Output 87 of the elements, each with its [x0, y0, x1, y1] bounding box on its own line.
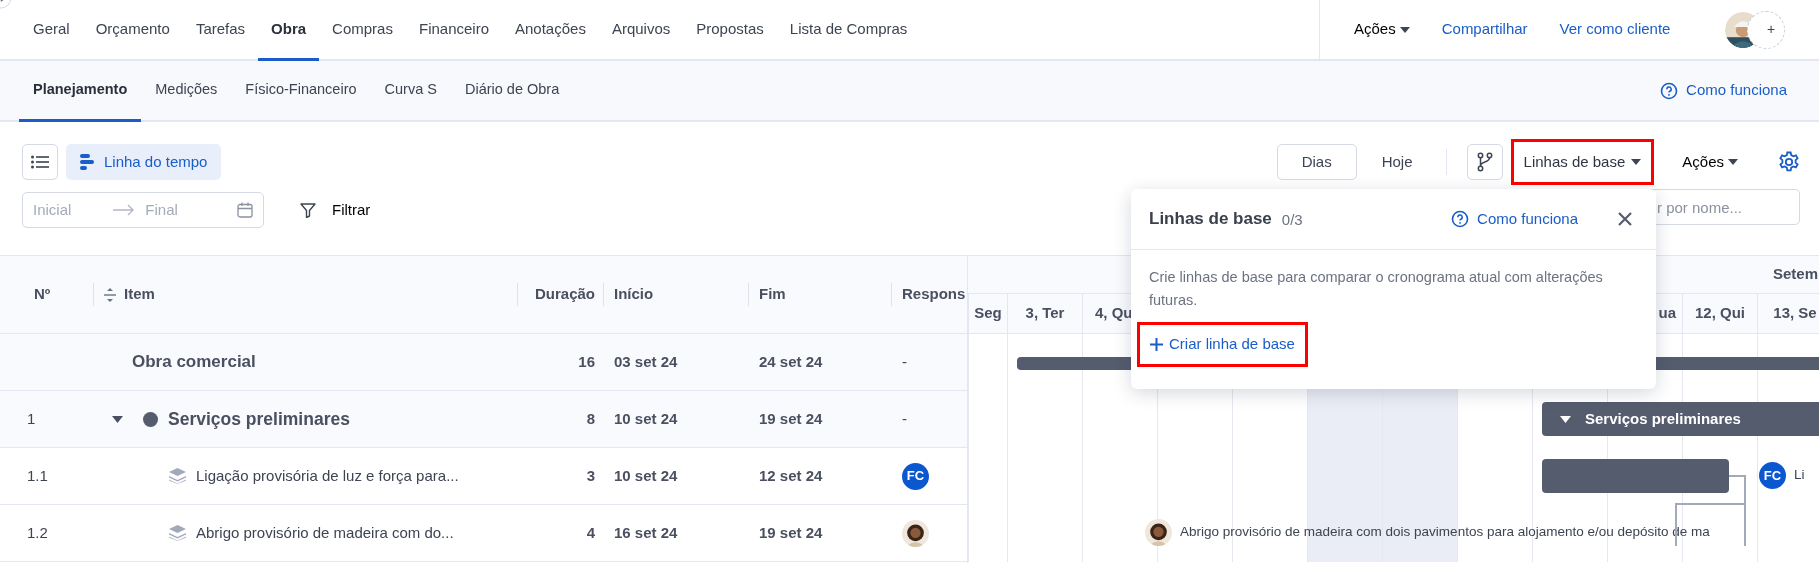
- column-header: Fim: [759, 285, 786, 303]
- arrow-icon: [113, 204, 136, 216]
- add-member-button[interactable]: +: [1747, 10, 1785, 49]
- cell-text: -: [902, 352, 907, 370]
- sub-tab[interactable]: Físico-Financeiro: [231, 61, 371, 122]
- cell-text: -: [902, 409, 907, 427]
- date-cell: 24 set 24: [759, 352, 823, 370]
- column-header: Respons: [902, 285, 966, 303]
- timeline-view-button[interactable]: Linha do tempo: [66, 144, 222, 180]
- day-label: Seg: [974, 303, 1002, 324]
- settings-icon[interactable]: [1778, 151, 1800, 173]
- timeline-icon: [80, 154, 94, 170]
- duration-cell: 3: [586, 466, 595, 484]
- baseline-count: 0/3: [1281, 210, 1303, 231]
- help-icon: [1660, 81, 1679, 100]
- nav-tab[interactable]: Orçamento: [82, 0, 183, 61]
- avatar: FC: [902, 462, 929, 490]
- date-cell: 10 set 24: [614, 409, 678, 427]
- row-number: 1.2: [27, 523, 48, 541]
- nav-tab[interactable]: Compras: [319, 0, 406, 61]
- duration-cell: 4: [586, 523, 595, 541]
- scale-button[interactable]: Dias: [1276, 144, 1357, 180]
- baselines-dropdown[interactable]: Linhas de base: [1510, 139, 1655, 185]
- actions-dropdown[interactable]: Ações: [1342, 14, 1422, 45]
- caret-icon: [1631, 159, 1642, 165]
- sub-tab[interactable]: Curva S: [370, 61, 451, 122]
- date-cell: 03 set 24: [614, 352, 678, 370]
- column-header: Nº: [33, 284, 52, 305]
- date-cell: 10 set 24: [614, 466, 678, 484]
- sub-tab[interactable]: Medições: [141, 61, 232, 122]
- sub-tab[interactable]: Diário de Obra: [450, 61, 574, 122]
- nav-tab[interactable]: Financeiro: [405, 0, 502, 61]
- caret-icon: [1728, 159, 1738, 165]
- close-icon: [1618, 212, 1632, 226]
- month-label: Setem: [1773, 264, 1819, 285]
- actions-dropdown[interactable]: Ações: [1670, 146, 1750, 178]
- nav-tab[interactable]: Geral: [20, 0, 83, 61]
- day-label: 13, Se: [1773, 303, 1817, 324]
- column-header: Item: [124, 284, 155, 305]
- client-view-link[interactable]: Ver como cliente: [1547, 14, 1683, 45]
- column-header: Duração: [534, 285, 595, 303]
- share-link[interactable]: Compartilhar: [1429, 14, 1540, 45]
- nav-tab[interactable]: Propostas: [683, 0, 777, 61]
- day-label: 4, Qu: [1095, 303, 1133, 324]
- day-label: 3, Ter: [1025, 303, 1065, 324]
- group-dot-icon: [143, 411, 158, 427]
- duration-cell: 8: [586, 409, 595, 427]
- column-header: Início: [614, 285, 654, 303]
- help-icon: [1451, 210, 1470, 228]
- nav-tab[interactable]: Arquivos: [598, 0, 684, 61]
- caret-icon: [1399, 26, 1410, 33]
- layers-icon: [169, 525, 186, 541]
- nav-tab[interactable]: Lista de Compras: [776, 0, 921, 61]
- avatar: FC: [1759, 462, 1786, 489]
- bar-label: Li: [1794, 466, 1805, 485]
- calendar-icon[interactable]: [237, 202, 253, 218]
- date-cell: 19 set 24: [759, 409, 823, 427]
- layers-icon: [169, 468, 186, 484]
- help-link[interactable]: Como funciona: [1439, 203, 1590, 235]
- branch-button[interactable]: [1466, 144, 1503, 180]
- date-cell: 16 set 24: [614, 523, 678, 541]
- duration-cell: 16: [578, 352, 595, 370]
- row-number: 1: [27, 409, 36, 427]
- sub-tab[interactable]: Planejamento: [19, 61, 142, 122]
- filter-icon: [300, 202, 316, 218]
- row-number: 1.1: [27, 466, 48, 484]
- date-cell: 19 set 24: [759, 523, 823, 541]
- popover-description: Crie linhas de base para comparar o cronograma atual com alterações futuras.: [1149, 268, 1604, 311]
- group-bar[interactable]: Serviços preliminares: [1542, 402, 1819, 436]
- day-label: ua: [1658, 303, 1676, 324]
- create-baseline-button[interactable]: Criar linha de base: [1137, 322, 1308, 367]
- collapse-icon[interactable]: [104, 287, 116, 302]
- help-link[interactable]: Como funciona: [1648, 75, 1799, 106]
- nav-tab[interactable]: Anotações: [502, 0, 599, 61]
- list-icon: [31, 155, 49, 169]
- item-name[interactable]: Abrigo provisório de madeira com do...: [196, 521, 454, 545]
- item-name: Serviços preliminares: [168, 407, 350, 431]
- item-name[interactable]: Ligação provisória de luz e força para...: [196, 464, 459, 488]
- item-name: Obra comercial: [132, 351, 256, 374]
- plus-icon: [1150, 338, 1163, 352]
- nav-tab[interactable]: Tarefas: [182, 0, 259, 61]
- popover-title: Linhas de base: [1149, 208, 1272, 231]
- list-view-button[interactable]: [22, 144, 58, 180]
- filter-button[interactable]: Filtrar: [288, 194, 383, 226]
- date-cell: 12 set 24: [759, 466, 823, 484]
- day-label: 12, Qui: [1695, 303, 1745, 324]
- branch-icon: [1476, 152, 1493, 172]
